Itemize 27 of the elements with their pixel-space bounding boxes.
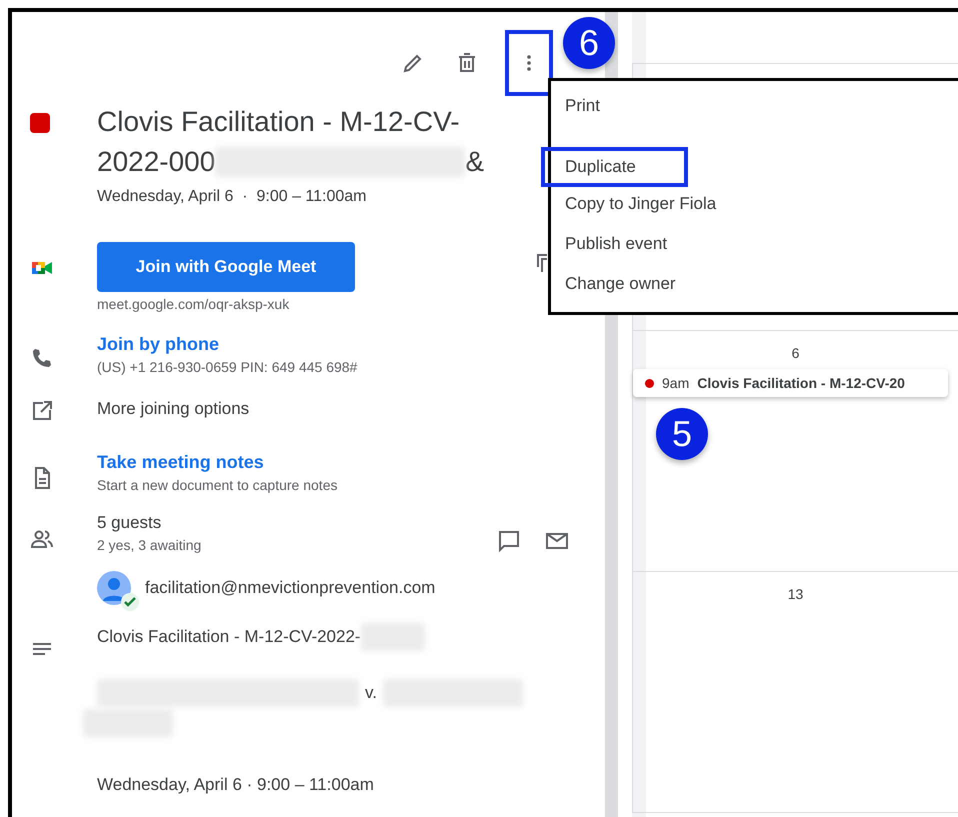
- join-by-phone-link[interactable]: Join by phone: [97, 334, 358, 355]
- description-text: Clovis Facilitation - M-12-CV-2022-: [97, 627, 361, 647]
- event-title: &: [465, 145, 484, 179]
- event-title: 2022-000: [97, 145, 216, 179]
- guest-responses: 2 yes, 3 awaiting: [97, 537, 202, 553]
- step-callout: 5: [656, 408, 708, 460]
- event-chip[interactable]: 9am Clovis Facilitation - M-12-CV-20: [633, 369, 948, 397]
- join-meet-button[interactable]: Join with Google Meet: [97, 242, 355, 292]
- day-number[interactable]: 13: [788, 586, 804, 602]
- guest-email: facilitation@nmevictionprevention.com: [145, 578, 436, 598]
- menu-item[interactable]: Change owner: [551, 269, 690, 299]
- more-joining-options[interactable]: More joining options: [97, 399, 250, 419]
- event-title: Clovis Facilitation - M-12-CV-: [97, 105, 461, 139]
- description-text: v.: [365, 683, 377, 703]
- menu-item[interactable]: Copy to Jinger Fiola: [551, 189, 730, 219]
- menu-item[interactable]: Publish event: [551, 229, 682, 259]
- step-callout: 6: [563, 17, 615, 69]
- day-number[interactable]: 6: [792, 345, 800, 361]
- description-date-time: Wednesday, April 6 · 9:00 – 11:00am: [97, 775, 375, 795]
- notes-hint: Start a new document to capture notes: [97, 477, 338, 493]
- menu-item[interactable]: Print: [551, 91, 614, 121]
- meet-link[interactable]: meet.google.com/oqr-aksp-xuk: [97, 296, 537, 312]
- menu-item[interactable]: Duplicate: [541, 147, 688, 187]
- take-notes-link[interactable]: Take meeting notes: [97, 452, 338, 473]
- guest-count: 5 guests: [97, 513, 162, 533]
- phone-details: (US) +1 216-930-0659 PIN: 649 445 698#: [97, 359, 358, 375]
- event-date-time: Wednesday, April 6 · 9:00 – 11:00am: [97, 188, 368, 206]
